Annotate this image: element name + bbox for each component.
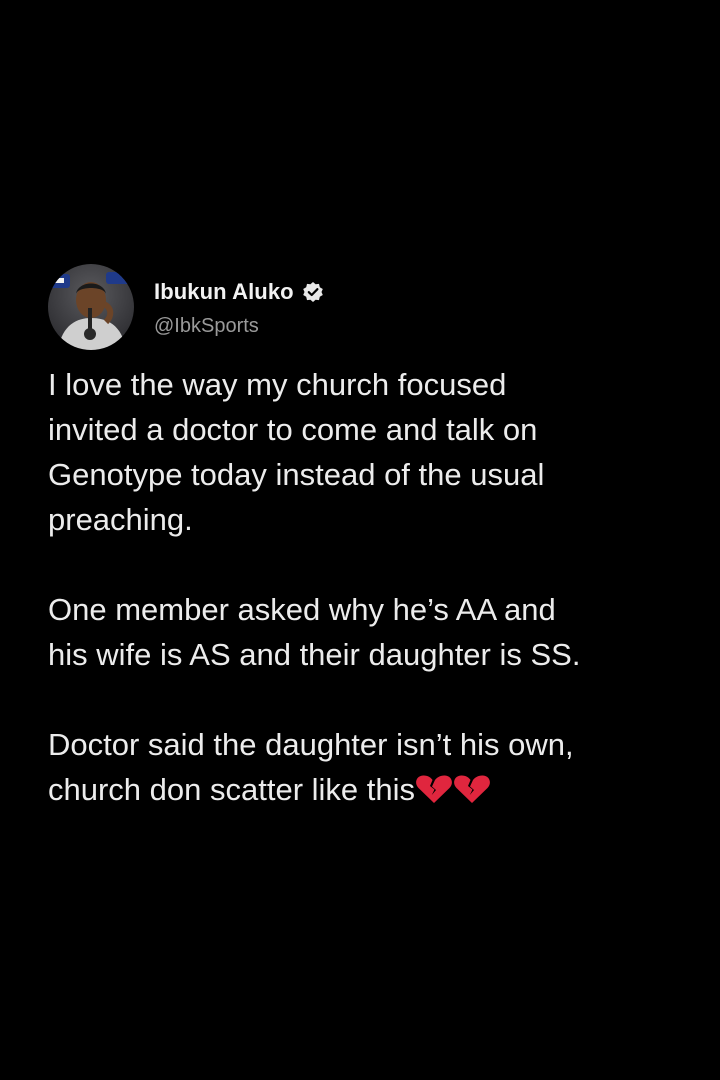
screenshot-canvas: Ibukun Aluko @IbkSports I love the way m… — [0, 0, 720, 1080]
tweet-card: Ibukun Aluko @IbkSports I love the way m… — [48, 262, 698, 812]
tweet-line: Genotype today instead of the usual — [48, 457, 545, 492]
tweet-line: his wife is AS and their daughter is SS. — [48, 637, 581, 672]
author-display-name[interactable]: Ibukun Aluko — [154, 279, 294, 305]
tweet-line: church don scatter like this — [48, 772, 416, 807]
author-avatar[interactable] — [48, 264, 134, 350]
author-handle[interactable]: @IbkSports — [154, 315, 324, 338]
broken-heart-icon — [415, 771, 453, 803]
tweet-body: I love the way my church focused invited… — [48, 362, 698, 812]
tweet-line: I love the way my church focused — [48, 367, 507, 402]
tweet-line: Doctor said the daughter isn’t his own, — [48, 727, 574, 762]
tweet-paragraph-2: One member asked why he’s AA and his wif… — [48, 587, 698, 677]
tweet-paragraph-3: Doctor said the daughter isn’t his own, … — [48, 722, 698, 812]
tweet-header: Ibukun Aluko @IbkSports — [48, 262, 698, 352]
tweet-line: One member asked why he’s AA and — [48, 592, 556, 627]
broken-heart-icon — [453, 771, 491, 803]
tweet-last-line: church don scatter like this — [48, 772, 491, 807]
tweet-paragraph-1: I love the way my church focused invited… — [48, 362, 698, 542]
tweet-line: preaching. — [48, 502, 193, 537]
avatar-photo-icon — [48, 264, 134, 350]
tweet-line: invited a doctor to come and talk on — [48, 412, 538, 447]
author-name-row: Ibukun Aluko — [154, 277, 324, 307]
verified-badge-icon — [302, 281, 324, 303]
author-info: Ibukun Aluko @IbkSports — [154, 277, 324, 338]
